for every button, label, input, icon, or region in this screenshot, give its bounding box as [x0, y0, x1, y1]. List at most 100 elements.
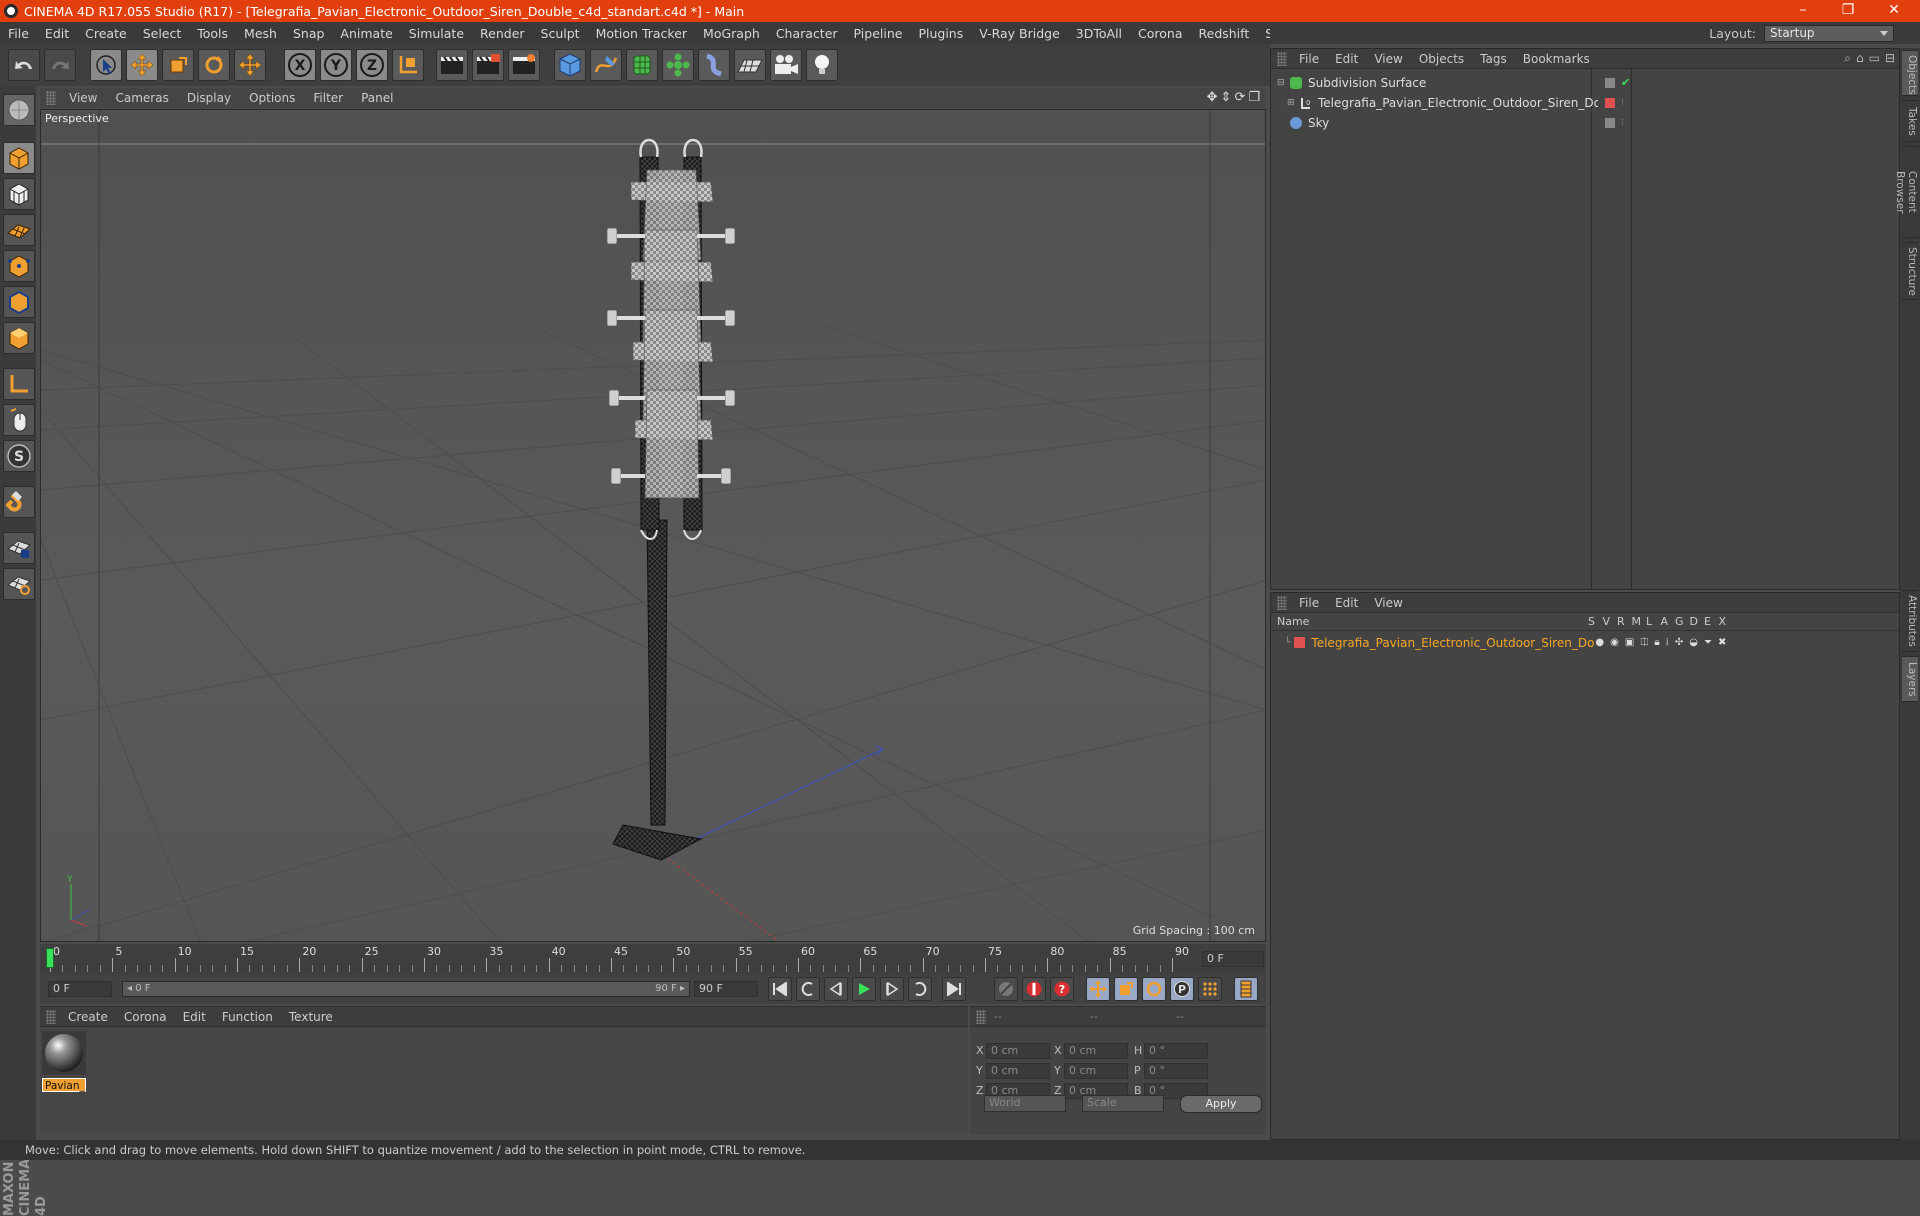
viewport-menu-filter[interactable]: Filter	[304, 91, 352, 105]
add-deformer-button[interactable]	[698, 49, 730, 81]
filter-icon[interactable]: ▭	[1869, 51, 1880, 66]
viewport-menu-cameras[interactable]: Cameras	[106, 91, 177, 105]
z-axis-lock-button[interactable]: Z	[356, 49, 388, 81]
animation-toggle-icon[interactable]: ⁞	[1666, 637, 1669, 648]
layer-menu-view[interactable]: View	[1366, 596, 1410, 610]
object-row-sky[interactable]: Sky ⁝	[1271, 113, 1901, 132]
menu-snap[interactable]: Snap	[285, 26, 332, 41]
render-to-picture-viewer-button[interactable]	[472, 49, 504, 81]
menu-render[interactable]: Render	[472, 26, 533, 41]
pan-view-icon[interactable]: ✥	[1207, 90, 1218, 105]
layer-row[interactable]: └ Telegrafia_Pavian_Electronic_Outdoor_S…	[1271, 633, 1901, 652]
x-axis-lock-button[interactable]: X	[284, 49, 316, 81]
search-icon[interactable]: ⌕	[1844, 51, 1851, 66]
object-row-telegrafia[interactable]: ⊞ 0 Telegrafia_Pavian_Electronic_Outdoor…	[1271, 93, 1901, 112]
object-menu-tags[interactable]: Tags	[1472, 52, 1515, 66]
menu-mograph[interactable]: MoGraph	[695, 26, 768, 41]
next-frame-button[interactable]	[880, 977, 904, 1001]
layer-color-swatch[interactable]	[1294, 637, 1306, 648]
pos-value-field[interactable]: 0 cm	[986, 1043, 1050, 1059]
motion-recording-button[interactable]	[994, 977, 1018, 1001]
dolly-view-icon[interactable]: ⇕	[1221, 90, 1232, 105]
expression-toggle-icon[interactable]: ⏷	[1704, 637, 1712, 648]
menu-corona[interactable]: Corona	[1130, 26, 1190, 41]
add-cube-button[interactable]	[554, 49, 586, 81]
rotate-button[interactable]	[198, 49, 230, 81]
size-value-field[interactable]: 0 cm	[1064, 1043, 1128, 1059]
material-menu-edit[interactable]: Edit	[175, 1010, 214, 1024]
tab-takes[interactable]: Takes	[1902, 100, 1918, 142]
add-generator-button[interactable]	[626, 49, 658, 81]
menu-sculpt[interactable]: Sculpt	[533, 26, 588, 41]
y-axis-lock-button[interactable]: Y	[320, 49, 352, 81]
menu-simulate[interactable]: Simulate	[401, 26, 472, 41]
deformer-toggle-icon[interactable]: ◒	[1689, 637, 1698, 648]
viewport-menu-display[interactable]: Display	[178, 91, 240, 105]
axis-mode-button[interactable]	[3, 368, 35, 400]
viewport-menu-options[interactable]: Options	[240, 91, 304, 105]
menu-v-ray-bridge[interactable]: V-Ray Bridge	[971, 26, 1068, 41]
lock-toggle-icon[interactable]: 🔒︎	[1654, 637, 1659, 648]
menu-tools[interactable]: Tools	[189, 26, 236, 41]
solo-toggle-icon[interactable]: ●	[1595, 637, 1604, 648]
minimize-button[interactable]: –	[1783, 0, 1823, 22]
menu-plugins[interactable]: Plugins	[910, 26, 971, 41]
maximize-button[interactable]: ❐	[1828, 0, 1868, 22]
material-menu-function[interactable]: Function	[214, 1010, 281, 1024]
go-to-start-button[interactable]	[768, 977, 792, 1001]
texture-mode-button[interactable]	[3, 178, 35, 210]
apply-button[interactable]: Apply	[1180, 1095, 1262, 1113]
solo-mode-button[interactable]: S	[3, 440, 35, 472]
enabled-check-icon[interactable]: ✔	[1621, 76, 1630, 89]
pos-value-field[interactable]: 0 cm	[986, 1063, 1050, 1079]
polygons-mode-button[interactable]	[3, 322, 35, 354]
rot-value-field[interactable]: 0 °	[1144, 1043, 1208, 1059]
tweak-mode-button[interactable]	[3, 404, 35, 436]
layer-menu-file[interactable]: File	[1291, 596, 1327, 610]
rotate-view-icon[interactable]: ⟳	[1234, 90, 1245, 105]
render-settings-button[interactable]	[508, 49, 540, 81]
end-frame-field[interactable]: 90 F	[694, 981, 758, 997]
view-toggle-icon[interactable]: ◉	[1610, 637, 1619, 648]
size-value-field[interactable]: 0 cm	[1064, 1063, 1128, 1079]
close-button[interactable]: ✕	[1874, 0, 1914, 22]
material-item[interactable]: Pavian_	[42, 1031, 86, 1092]
add-mograph-button[interactable]	[662, 49, 694, 81]
last-tool-button[interactable]	[234, 49, 266, 81]
visibility-dots-icon[interactable]: ⁝	[1621, 98, 1624, 108]
menu-character[interactable]: Character	[768, 26, 846, 41]
points-mode-button[interactable]	[3, 250, 35, 282]
add-camera-button[interactable]	[770, 49, 802, 81]
render-toggle-icon[interactable]: ▣	[1625, 637, 1634, 648]
size-mode-select[interactable]: Scale	[1082, 1095, 1164, 1112]
object-menu-edit[interactable]: Edit	[1327, 52, 1366, 66]
toggle-view-icon[interactable]: ❐	[1248, 90, 1260, 105]
viewport-menu-view[interactable]: View	[60, 91, 106, 105]
workplane-button[interactable]	[3, 214, 35, 246]
add-spline-button[interactable]	[590, 49, 622, 81]
next-key-button[interactable]	[908, 977, 932, 1001]
render-view-button[interactable]	[436, 49, 468, 81]
record-keys-button[interactable]	[1022, 977, 1046, 1001]
live-selection-button[interactable]	[90, 49, 122, 81]
start-frame-field[interactable]: 0 F	[48, 981, 112, 997]
collapse-toggle-icon[interactable]: ⊟	[1277, 78, 1285, 88]
key-parameter-button[interactable]: P	[1170, 977, 1194, 1001]
object-menu-bookmarks[interactable]: Bookmarks	[1515, 52, 1598, 66]
object-menu-file[interactable]: File	[1291, 52, 1327, 66]
visibility-dots-icon[interactable]: ⁝	[1621, 118, 1624, 128]
object-menu-view[interactable]: View	[1366, 52, 1410, 66]
manager-toggle-icon[interactable]: ⎅	[1640, 637, 1648, 648]
menu-select[interactable]: Select	[135, 26, 190, 41]
redo-button[interactable]	[44, 49, 76, 81]
menu-mesh[interactable]: Mesh	[236, 26, 285, 41]
material-menu-texture[interactable]: Texture	[281, 1010, 341, 1024]
snap-button[interactable]	[3, 486, 35, 518]
layout-select[interactable]: Startup	[1764, 24, 1894, 42]
frame-range-slider[interactable]: ◂ 0 F 90 F ▸	[122, 981, 690, 997]
move-button[interactable]	[126, 49, 158, 81]
material-menu-create[interactable]: Create	[60, 1010, 116, 1024]
go-to-end-button[interactable]	[942, 977, 966, 1001]
layer-swatch[interactable]	[1605, 117, 1615, 128]
object-menu-objects[interactable]: Objects	[1411, 52, 1472, 66]
